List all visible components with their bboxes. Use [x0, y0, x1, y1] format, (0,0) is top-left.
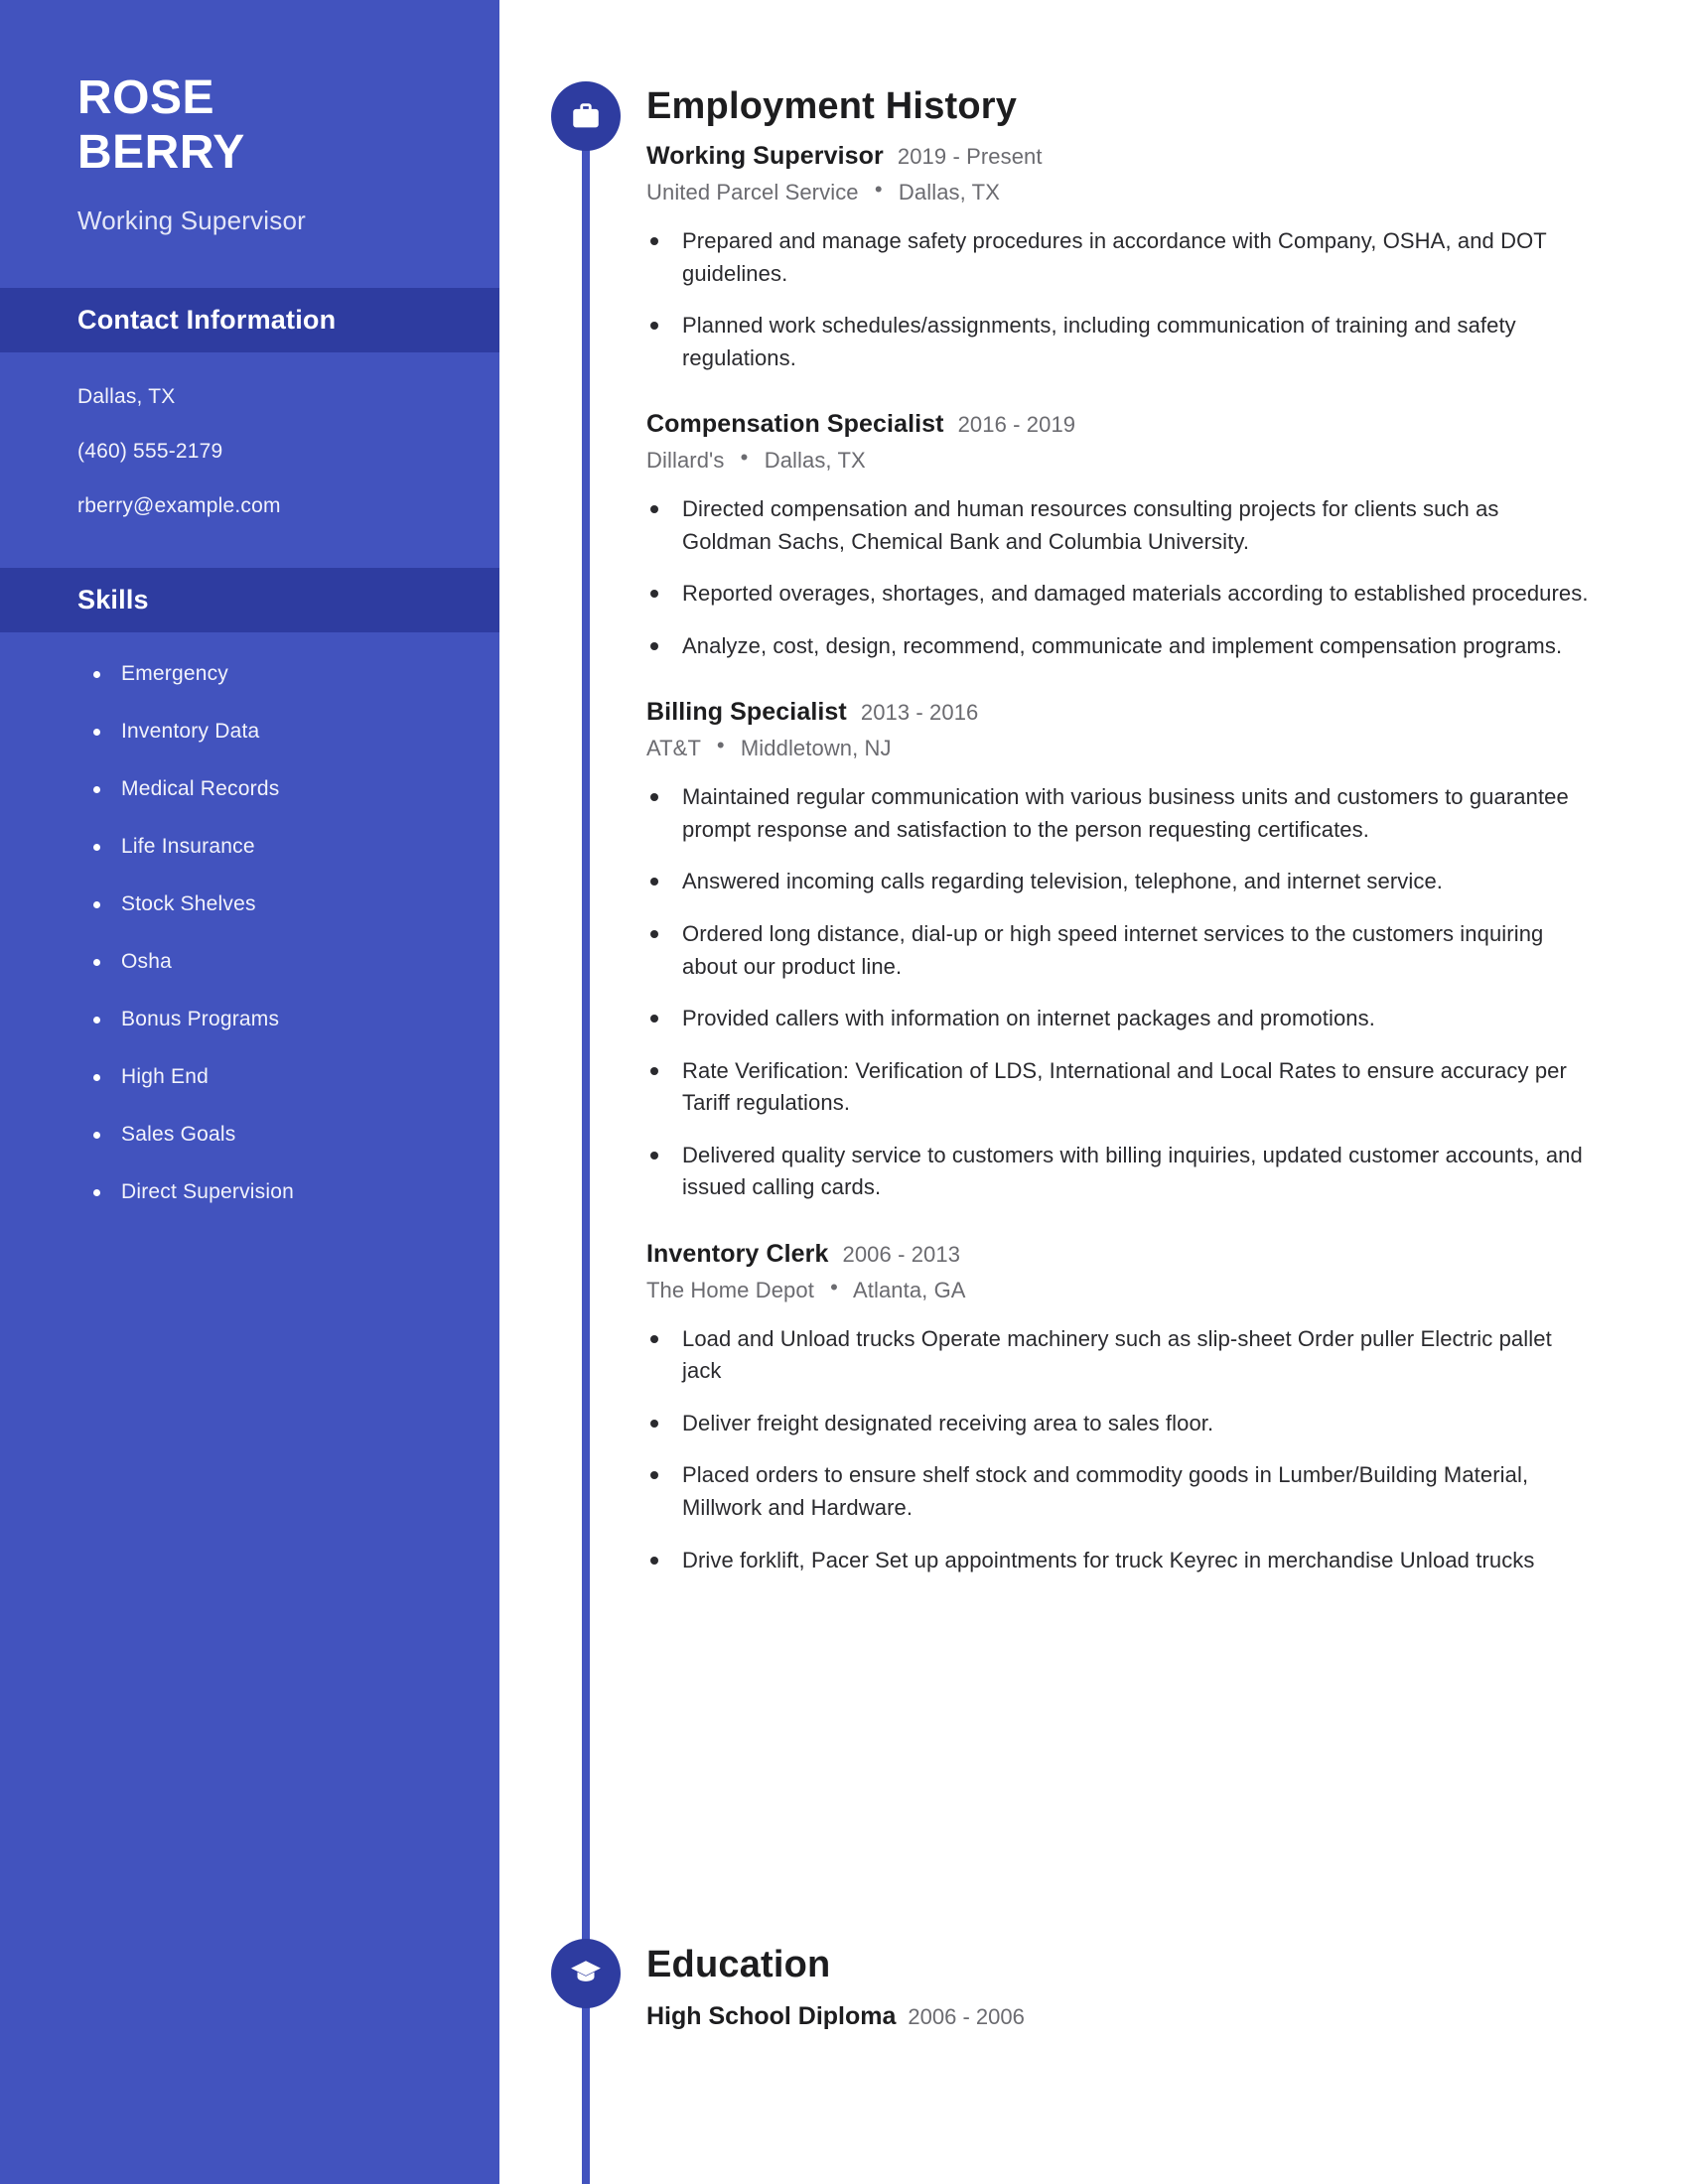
last-name: BERRY [77, 125, 245, 179]
skill-item: Sales Goals [91, 1123, 499, 1147]
graduation-cap-icon [551, 1939, 621, 2008]
employment-entry: Compensation Specialist 2016 - 2019 Dill… [646, 410, 1590, 662]
resume-page: ROSE BERRY Working Supervisor Contact In… [0, 0, 1688, 2184]
entry-headline: Inventory Clerk 2006 - 2013 [646, 1240, 1590, 1269]
headline-job-title: Working Supervisor [77, 205, 306, 236]
education-dates: 2006 - 2006 [908, 2004, 1025, 2029]
skill-item: High End [91, 1065, 499, 1089]
contact-section-header: Contact Information [0, 288, 499, 353]
skill-item: Inventory Data [91, 720, 499, 744]
entry-company: United Parcel Service [646, 180, 859, 205]
skill-item: Medical Records [91, 777, 499, 801]
skill-item: Osha [91, 950, 499, 974]
skill-item: Stock Shelves [91, 892, 499, 916]
employment-history-title: Employment History [646, 85, 1018, 127]
entry-dates: 2016 - 2019 [957, 412, 1076, 438]
entry-dates: 2019 - Present [897, 144, 1043, 169]
entry-location: Atlanta, GA [852, 1277, 966, 1302]
entry-bullets: Load and Unload trucks Operate machinery… [646, 1323, 1590, 1576]
bullet-item: Prepared and manage safety procedures in… [646, 225, 1590, 290]
skill-item: Bonus Programs [91, 1008, 499, 1031]
bullet-item: Directed compensation and human resource… [646, 493, 1590, 558]
bullet-item: Planned work schedules/assignments, incl… [646, 310, 1590, 374]
bullet-item: Delivered quality service to customers w… [646, 1140, 1590, 1204]
entry-location: Middletown, NJ [740, 736, 892, 761]
skill-item: Emergency [91, 662, 499, 686]
skills-section-header: Skills [0, 568, 499, 633]
separator-dot: • [874, 177, 883, 202]
education-entry: High School Diploma 2006 - 2006 [646, 2002, 1590, 2031]
bullet-item: Drive forklift, Pacer Set up appointment… [646, 1545, 1590, 1577]
skills-section-title: Skills [77, 585, 149, 615]
entry-organization: Dillard's • Dallas, TX [646, 445, 1590, 474]
entry-headline: Compensation Specialist 2016 - 2019 [646, 410, 1590, 439]
briefcase-icon [551, 81, 621, 151]
entry-location: Dallas, TX [898, 180, 1000, 205]
contact-location: Dallas, TX [77, 385, 176, 409]
bullet-item: Deliver freight designated receiving are… [646, 1408, 1590, 1440]
entry-role: Billing Specialist [646, 698, 847, 727]
entry-dates: 2006 - 2013 [842, 1241, 961, 1267]
skill-item: Direct Supervision [91, 1180, 499, 1204]
timeline-line [582, 99, 590, 2184]
entry-organization: The Home Depot • Atlanta, GA [646, 1274, 1590, 1303]
entry-organization: AT&T • Middletown, NJ [646, 733, 1590, 761]
skill-item: Life Insurance [91, 835, 499, 859]
entry-role: Compensation Specialist [646, 410, 944, 439]
contact-phone: (460) 555-2179 [77, 440, 223, 464]
entry-headline: Working Supervisor 2019 - Present [646, 142, 1590, 171]
employment-entry: Billing Specialist 2013 - 2016 AT&T • Mi… [646, 698, 1590, 1203]
sidebar: ROSE BERRY Working Supervisor Contact In… [0, 0, 499, 2184]
employment-entries: Working Supervisor 2019 - Present United… [646, 142, 1590, 1612]
entry-bullets: Directed compensation and human resource… [646, 493, 1590, 662]
entry-bullets: Prepared and manage safety procedures in… [646, 225, 1590, 374]
entry-headline: Billing Specialist 2013 - 2016 [646, 698, 1590, 727]
bullet-item: Ordered long distance, dial-up or high s… [646, 918, 1590, 983]
bullet-item: Placed orders to ensure shelf stock and … [646, 1459, 1590, 1524]
entry-location: Dallas, TX [764, 448, 866, 474]
bullet-item: Load and Unload trucks Operate machinery… [646, 1323, 1590, 1388]
first-name: ROSE [77, 71, 215, 124]
education-title: Education [646, 1944, 831, 1985]
bullet-item: Rate Verification: Verification of LDS, … [646, 1055, 1590, 1120]
separator-dot: • [716, 733, 725, 758]
employment-entry: Working Supervisor 2019 - Present United… [646, 142, 1590, 374]
bullet-item: Answered incoming calls regarding televi… [646, 866, 1590, 898]
separator-dot: • [830, 1274, 838, 1299]
skills-list: Emergency Inventory Data Medical Records… [0, 632, 499, 1204]
entry-company: The Home Depot [646, 1277, 814, 1302]
name-block: ROSE BERRY Working Supervisor [0, 0, 499, 236]
contact-email: rberry@example.com [77, 494, 281, 518]
entry-role: Inventory Clerk [646, 1239, 829, 1268]
entry-company: AT&T [646, 736, 701, 761]
entry-bullets: Maintained regular communication with va… [646, 781, 1590, 1203]
bullet-item: Provided callers with information on int… [646, 1003, 1590, 1035]
separator-dot: • [740, 445, 749, 471]
entry-role: Working Supervisor [646, 142, 884, 170]
bullet-item: Analyze, cost, design, recommend, commun… [646, 630, 1590, 663]
bullet-item: Maintained regular communication with va… [646, 781, 1590, 846]
entry-dates: 2013 - 2016 [860, 700, 979, 726]
contact-list: Dallas, TX (460) 555-2179 rberry@example… [0, 352, 499, 516]
education-degree: High School Diploma [646, 2002, 897, 2030]
bullet-item: Reported overages, shortages, and damage… [646, 578, 1590, 611]
education-entries: High School Diploma 2006 - 2006 [646, 2002, 1590, 2031]
entry-company: Dillard's [646, 448, 725, 474]
employment-entry: Inventory Clerk 2006 - 2013 The Home Dep… [646, 1240, 1590, 1576]
contact-section-title: Contact Information [77, 305, 337, 336]
entry-organization: United Parcel Service • Dallas, TX [646, 177, 1590, 205]
